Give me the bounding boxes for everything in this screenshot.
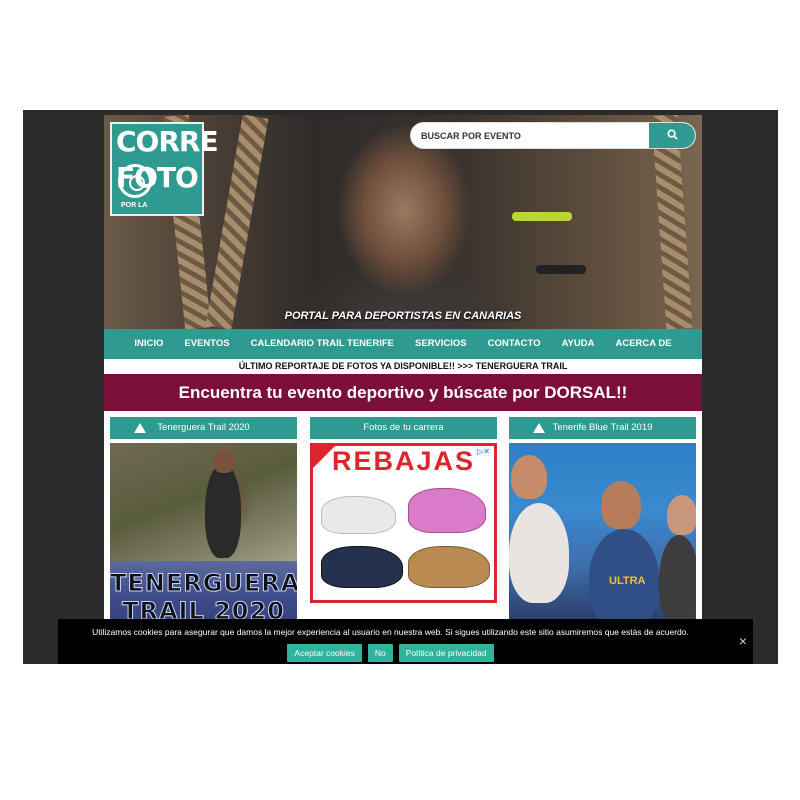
- image-title-line1: TENERGUERA: [110, 569, 297, 598]
- shirt-text: ULTRA: [609, 575, 646, 587]
- runner-figure: [205, 463, 241, 558]
- warning-icon: [533, 423, 545, 433]
- site-container: CORRE FOTO POR LA PORTAL PARA DEPORTISTA…: [104, 115, 702, 664]
- wristband-yellow: [512, 212, 572, 221]
- card-title: Tenerguera Trail 2020: [157, 422, 250, 433]
- card-title: Tenerife Blue Trail 2019: [552, 422, 653, 433]
- runner-head-2: [601, 481, 641, 529]
- camera-shutter-icon: [118, 164, 152, 198]
- browser-viewport: CORRE FOTO POR LA PORTAL PARA DEPORTISTA…: [23, 110, 778, 664]
- shoe-white: [321, 496, 396, 534]
- shoe-tan: [408, 546, 490, 588]
- search-icon: [666, 129, 678, 140]
- search-input[interactable]: [421, 123, 646, 148]
- close-icon[interactable]: ×: [739, 633, 747, 649]
- cookie-actions: Aceptar cookies No Política de privacida…: [58, 644, 723, 662]
- ad-close-icon[interactable]: ▷✕: [475, 447, 492, 456]
- runner-body-3: [659, 535, 696, 625]
- runner-body-1: [509, 503, 569, 603]
- advertisement[interactable]: REBAJAS ▷✕: [310, 443, 497, 603]
- logo-text-top: CORRE: [116, 125, 219, 158]
- cookie-message: Utilizamos cookies para asegurar que dam…: [92, 627, 689, 637]
- card-header[interactable]: Fotos de tu carrera: [310, 417, 497, 439]
- promo-banner: Encuentra tu evento deportivo y búscate …: [104, 374, 702, 411]
- card-header[interactable]: Tenerife Blue Trail 2019: [509, 417, 696, 439]
- runner-head-3: [667, 495, 696, 535]
- hero-tagline: PORTAL PARA DEPORTISTAS EN CANARIAS: [284, 310, 522, 322]
- site-logo[interactable]: CORRE FOTO POR LA: [110, 122, 219, 216]
- shoe-pink: [408, 488, 486, 533]
- warning-icon: [134, 423, 146, 433]
- nav-item-ayuda[interactable]: AYUDA: [551, 329, 605, 359]
- accept-cookies-button[interactable]: Aceptar cookies: [287, 644, 362, 662]
- card-header[interactable]: Tenerguera Trail 2020: [110, 417, 297, 439]
- nav-item-acerca[interactable]: ACERCA DE: [605, 329, 682, 359]
- ad-headline: REBAJAS: [313, 446, 494, 476]
- logo-text-small: POR LA: [121, 202, 148, 209]
- nav-item-eventos[interactable]: EVENTOS: [174, 329, 240, 359]
- search-button[interactable]: [649, 123, 695, 148]
- nav-item-contacto[interactable]: CONTACTO: [477, 329, 551, 359]
- search-bar: [410, 122, 696, 149]
- hero-header: CORRE FOTO POR LA PORTAL PARA DEPORTISTA…: [104, 115, 702, 330]
- news-ticker[interactable]: ÚLTIMO REPORTAJE DE FOTOS YA DISPONIBLE!…: [104, 359, 702, 374]
- card-title: Fotos de tu carrera: [363, 422, 444, 433]
- nav-item-servicios[interactable]: SERVICIOS: [405, 329, 478, 359]
- main-nav: INICIO EVENTOS CALENDARIO TRAIL TENERIFE…: [104, 329, 702, 359]
- nav-item-inicio[interactable]: INICIO: [124, 329, 174, 359]
- privacy-policy-button[interactable]: Política de privacidad: [398, 644, 494, 662]
- runner-head: [213, 449, 235, 473]
- cookie-banner: Utilizamos cookies para asegurar que dam…: [58, 619, 753, 664]
- ad-corner-badge: [313, 446, 335, 468]
- nav-item-calendario[interactable]: CALENDARIO TRAIL TENERIFE: [240, 329, 404, 359]
- shoe-navy: [321, 546, 403, 588]
- wristband-black: [536, 265, 586, 274]
- reject-cookies-button[interactable]: No: [367, 644, 393, 662]
- runner-head-1: [511, 455, 547, 499]
